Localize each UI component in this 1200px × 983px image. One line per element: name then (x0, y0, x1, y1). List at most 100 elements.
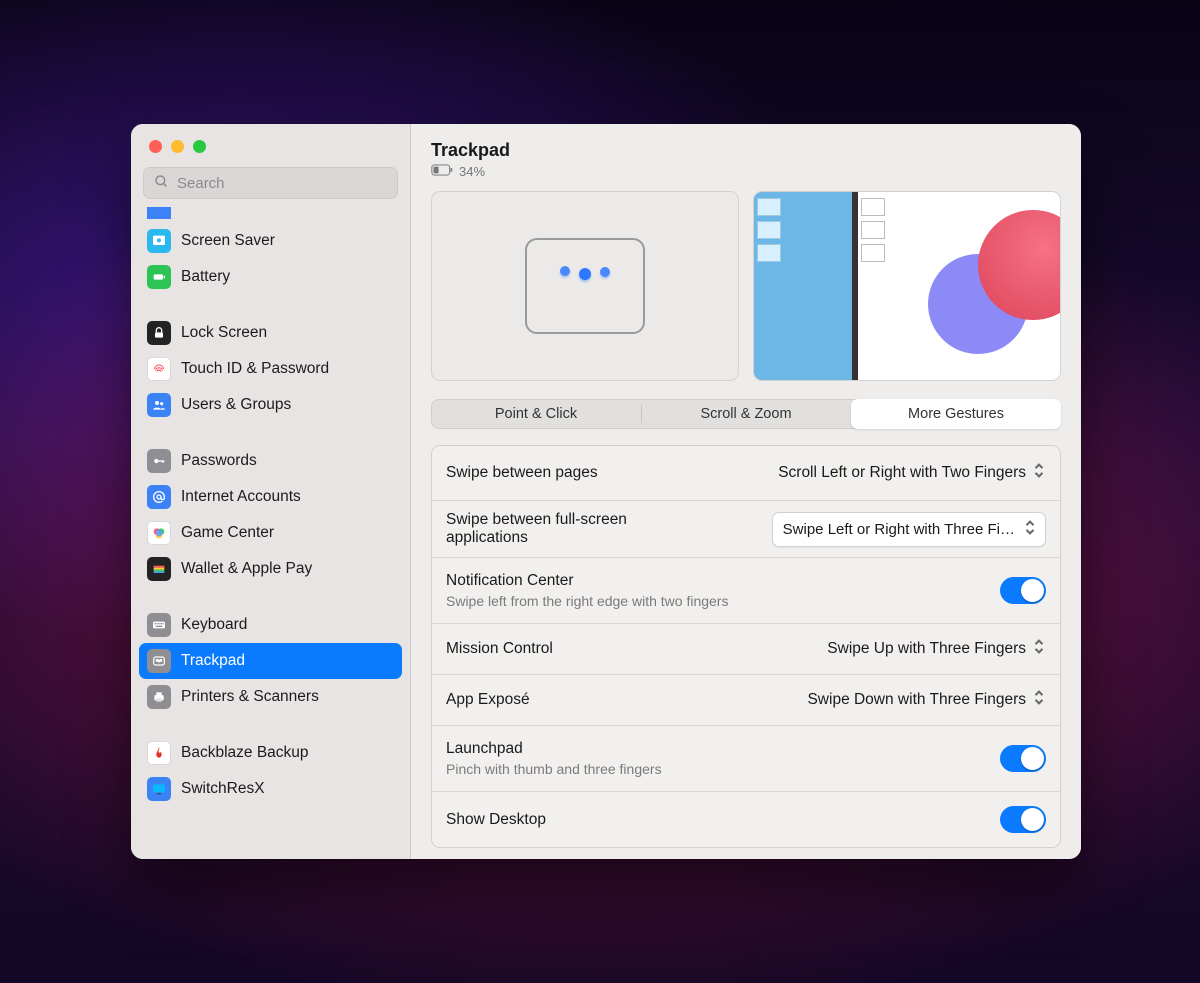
trackpad-icon (147, 649, 171, 673)
row-label: App Exposé (446, 691, 530, 709)
sidebar-item-label: Battery (181, 268, 230, 286)
tab-point-click[interactable]: Point & Click (431, 399, 641, 429)
sidebar-item-label: Wallet & Apple Pay (181, 560, 312, 578)
sidebar-item-backblaze[interactable]: Backblaze Backup (139, 735, 402, 771)
chevron-updown-icon (1032, 460, 1046, 486)
sidebar-group: Keyboard Trackpad Printers & Scanners (139, 601, 402, 715)
sidebar-item-label: Passwords (181, 452, 257, 470)
zoom-window-button[interactable] (193, 140, 206, 153)
row-label: Mission Control (446, 640, 553, 658)
sidebar-item-switchresx[interactable]: SwitchResX (139, 771, 402, 807)
close-window-button[interactable] (149, 140, 162, 153)
trackpad-fingers-icon (560, 268, 610, 280)
search-field[interactable] (143, 167, 398, 199)
battery-status-icon (431, 164, 453, 179)
sidebar: Screen Saver Battery L (131, 124, 411, 859)
row-sublabel: Swipe left from the right edge with two … (446, 593, 728, 609)
row-sublabel: Pinch with thumb and three fingers (446, 761, 662, 777)
mission-control-select[interactable]: Swipe Up with Three Fingers (827, 636, 1046, 662)
sidebar-item-label: Keyboard (181, 616, 247, 634)
row-launchpad: Launchpad Pinch with thumb and three fin… (432, 726, 1060, 792)
game-center-icon (147, 521, 171, 545)
wallpaper-icon (147, 207, 171, 219)
settings-list: Swipe between pages Scroll Left or Right… (431, 445, 1061, 848)
display-icon (147, 777, 171, 801)
minimize-window-button[interactable] (171, 140, 184, 153)
tab-scroll-zoom[interactable]: Scroll & Zoom (641, 399, 851, 429)
trackpad-preview (431, 191, 739, 381)
effect-preview (753, 191, 1061, 381)
wallet-icon (147, 557, 171, 581)
sidebar-item-battery[interactable]: Battery (139, 259, 402, 295)
sidebar-item-users-groups[interactable]: Users & Groups (139, 387, 402, 423)
row-swipe-between-pages: Swipe between pages Scroll Left or Right… (432, 446, 1060, 501)
main-pane: Trackpad 34% (411, 124, 1081, 859)
sidebar-item-label: SwitchResX (181, 780, 265, 798)
chevron-updown-icon (1023, 517, 1037, 542)
search-input[interactable] (177, 175, 388, 192)
printer-icon (147, 685, 171, 709)
sidebar-item-screen-saver[interactable]: Screen Saver (139, 223, 402, 259)
sidebar-item-touch-id[interactable]: Touch ID & Password (139, 351, 402, 387)
sidebar-item-lock-screen[interactable]: Lock Screen (139, 315, 402, 351)
row-app-expose: App Exposé Swipe Down with Three Fingers (432, 675, 1060, 726)
app-expose-select[interactable]: Swipe Down with Three Fingers (807, 687, 1046, 713)
lock-icon (147, 321, 171, 345)
row-swipe-fullscreen-apps: Swipe between full-screen applications S… (432, 501, 1060, 558)
battery-icon (147, 265, 171, 289)
select-value: Swipe Left or Right with Three Fi… (783, 521, 1015, 538)
sidebar-group: Backblaze Backup SwitchResX (139, 729, 402, 807)
sidebar-group: Lock Screen Touch ID & Password Users & … (139, 309, 402, 423)
battery-status: 34% (431, 164, 1061, 179)
select-value: Scroll Left or Right with Two Fingers (778, 464, 1026, 482)
show-desktop-toggle[interactable] (1000, 806, 1046, 833)
at-icon (147, 485, 171, 509)
page-title: Trackpad (431, 140, 1061, 161)
keyboard-icon (147, 613, 171, 637)
sidebar-list[interactable]: Screen Saver Battery L (131, 207, 410, 819)
sidebar-item-label: Screen Saver (181, 232, 275, 250)
search-icon (153, 173, 169, 194)
sidebar-item-label: Game Center (181, 524, 274, 542)
sidebar-item-label: Internet Accounts (181, 488, 301, 506)
sidebar-item-label: Backblaze Backup (181, 744, 309, 762)
sidebar-group: Passwords Internet Accounts Game Center (139, 437, 402, 587)
users-icon (147, 393, 171, 417)
row-label: Show Desktop (446, 811, 546, 829)
swipe-pages-select[interactable]: Scroll Left or Right with Two Fingers (778, 460, 1046, 486)
launchpad-toggle[interactable] (1000, 745, 1046, 772)
sidebar-item-label: Users & Groups (181, 396, 291, 414)
sidebar-item-keyboard[interactable]: Keyboard (139, 607, 402, 643)
sidebar-item-passwords[interactable]: Passwords (139, 443, 402, 479)
fingerprint-icon (147, 357, 171, 381)
battery-percent-label: 34% (459, 164, 485, 179)
tab-more-gestures[interactable]: More Gestures (851, 399, 1061, 429)
sidebar-item-label: Lock Screen (181, 324, 267, 342)
desktop-background: Screen Saver Battery L (0, 0, 1200, 983)
chevron-updown-icon (1032, 687, 1046, 713)
row-mission-control: Mission Control Swipe Up with Three Fing… (432, 624, 1060, 675)
swipe-fullscreen-select[interactable]: Swipe Left or Right with Three Fi… (772, 512, 1046, 547)
sidebar-item-label: Printers & Scanners (181, 688, 319, 706)
select-value: Swipe Up with Three Fingers (827, 640, 1026, 658)
sidebar-item-printers-scanners[interactable]: Printers & Scanners (139, 679, 402, 715)
key-icon (147, 449, 171, 473)
sidebar-item-wallet-apple-pay[interactable]: Wallet & Apple Pay (139, 551, 402, 587)
sidebar-item-trackpad[interactable]: Trackpad (139, 643, 402, 679)
pane-header: Trackpad 34% (411, 124, 1081, 187)
row-label: Notification Center (446, 572, 728, 590)
screen-saver-icon (147, 229, 171, 253)
sidebar-item-game-center[interactable]: Game Center (139, 515, 402, 551)
notification-center-toggle[interactable] (1000, 577, 1046, 604)
sidebar-item-internet-accounts[interactable]: Internet Accounts (139, 479, 402, 515)
system-settings-window: Screen Saver Battery L (131, 124, 1081, 859)
trackpad-outline (525, 238, 645, 334)
sidebar-item-label: Touch ID & Password (181, 360, 329, 378)
gesture-preview-area (411, 187, 1081, 381)
row-label: Swipe between full-screen applications (446, 511, 706, 547)
tabs: Point & Click Scroll & Zoom More Gesture… (431, 399, 1061, 429)
sidebar-group: Screen Saver Battery (139, 217, 402, 295)
window-controls (131, 124, 410, 153)
row-label: Launchpad (446, 740, 662, 758)
flame-icon (147, 741, 171, 765)
